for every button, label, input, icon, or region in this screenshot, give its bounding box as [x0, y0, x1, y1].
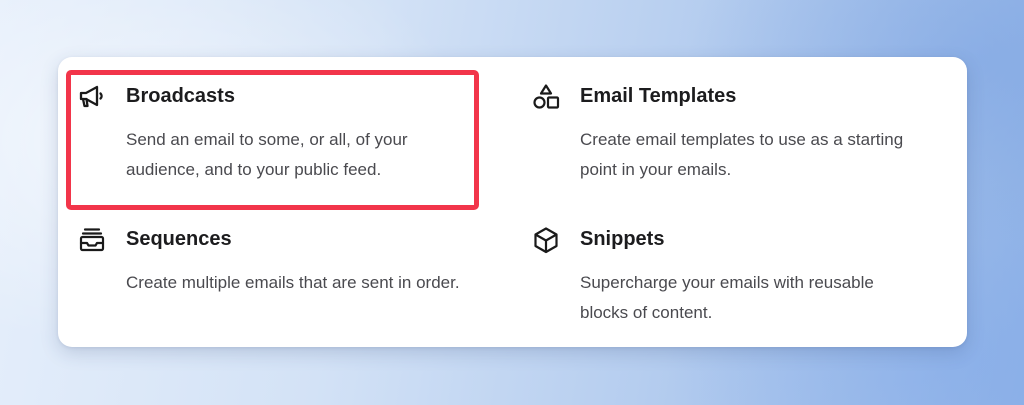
feature-title: Snippets: [580, 228, 665, 250]
shapes-icon: [532, 83, 560, 111]
megaphone-icon: [78, 83, 106, 111]
feature-title: Broadcasts: [126, 85, 235, 107]
feature-description: Send an email to some, or all, of your a…: [126, 130, 408, 179]
features-card: Broadcasts Send an email to some, or all…: [58, 57, 967, 347]
feature-description: Supercharge your emails with reusable bl…: [580, 273, 874, 322]
feature-description: Create email templates to use as a start…: [580, 130, 904, 179]
feature-title: Email Templates: [580, 85, 737, 107]
stacked-inbox-icon: [78, 226, 106, 254]
feature-title: Sequences: [126, 228, 232, 250]
feature-description: Create multiple emails that are sent in …: [126, 273, 460, 292]
cube-icon: [532, 226, 560, 254]
